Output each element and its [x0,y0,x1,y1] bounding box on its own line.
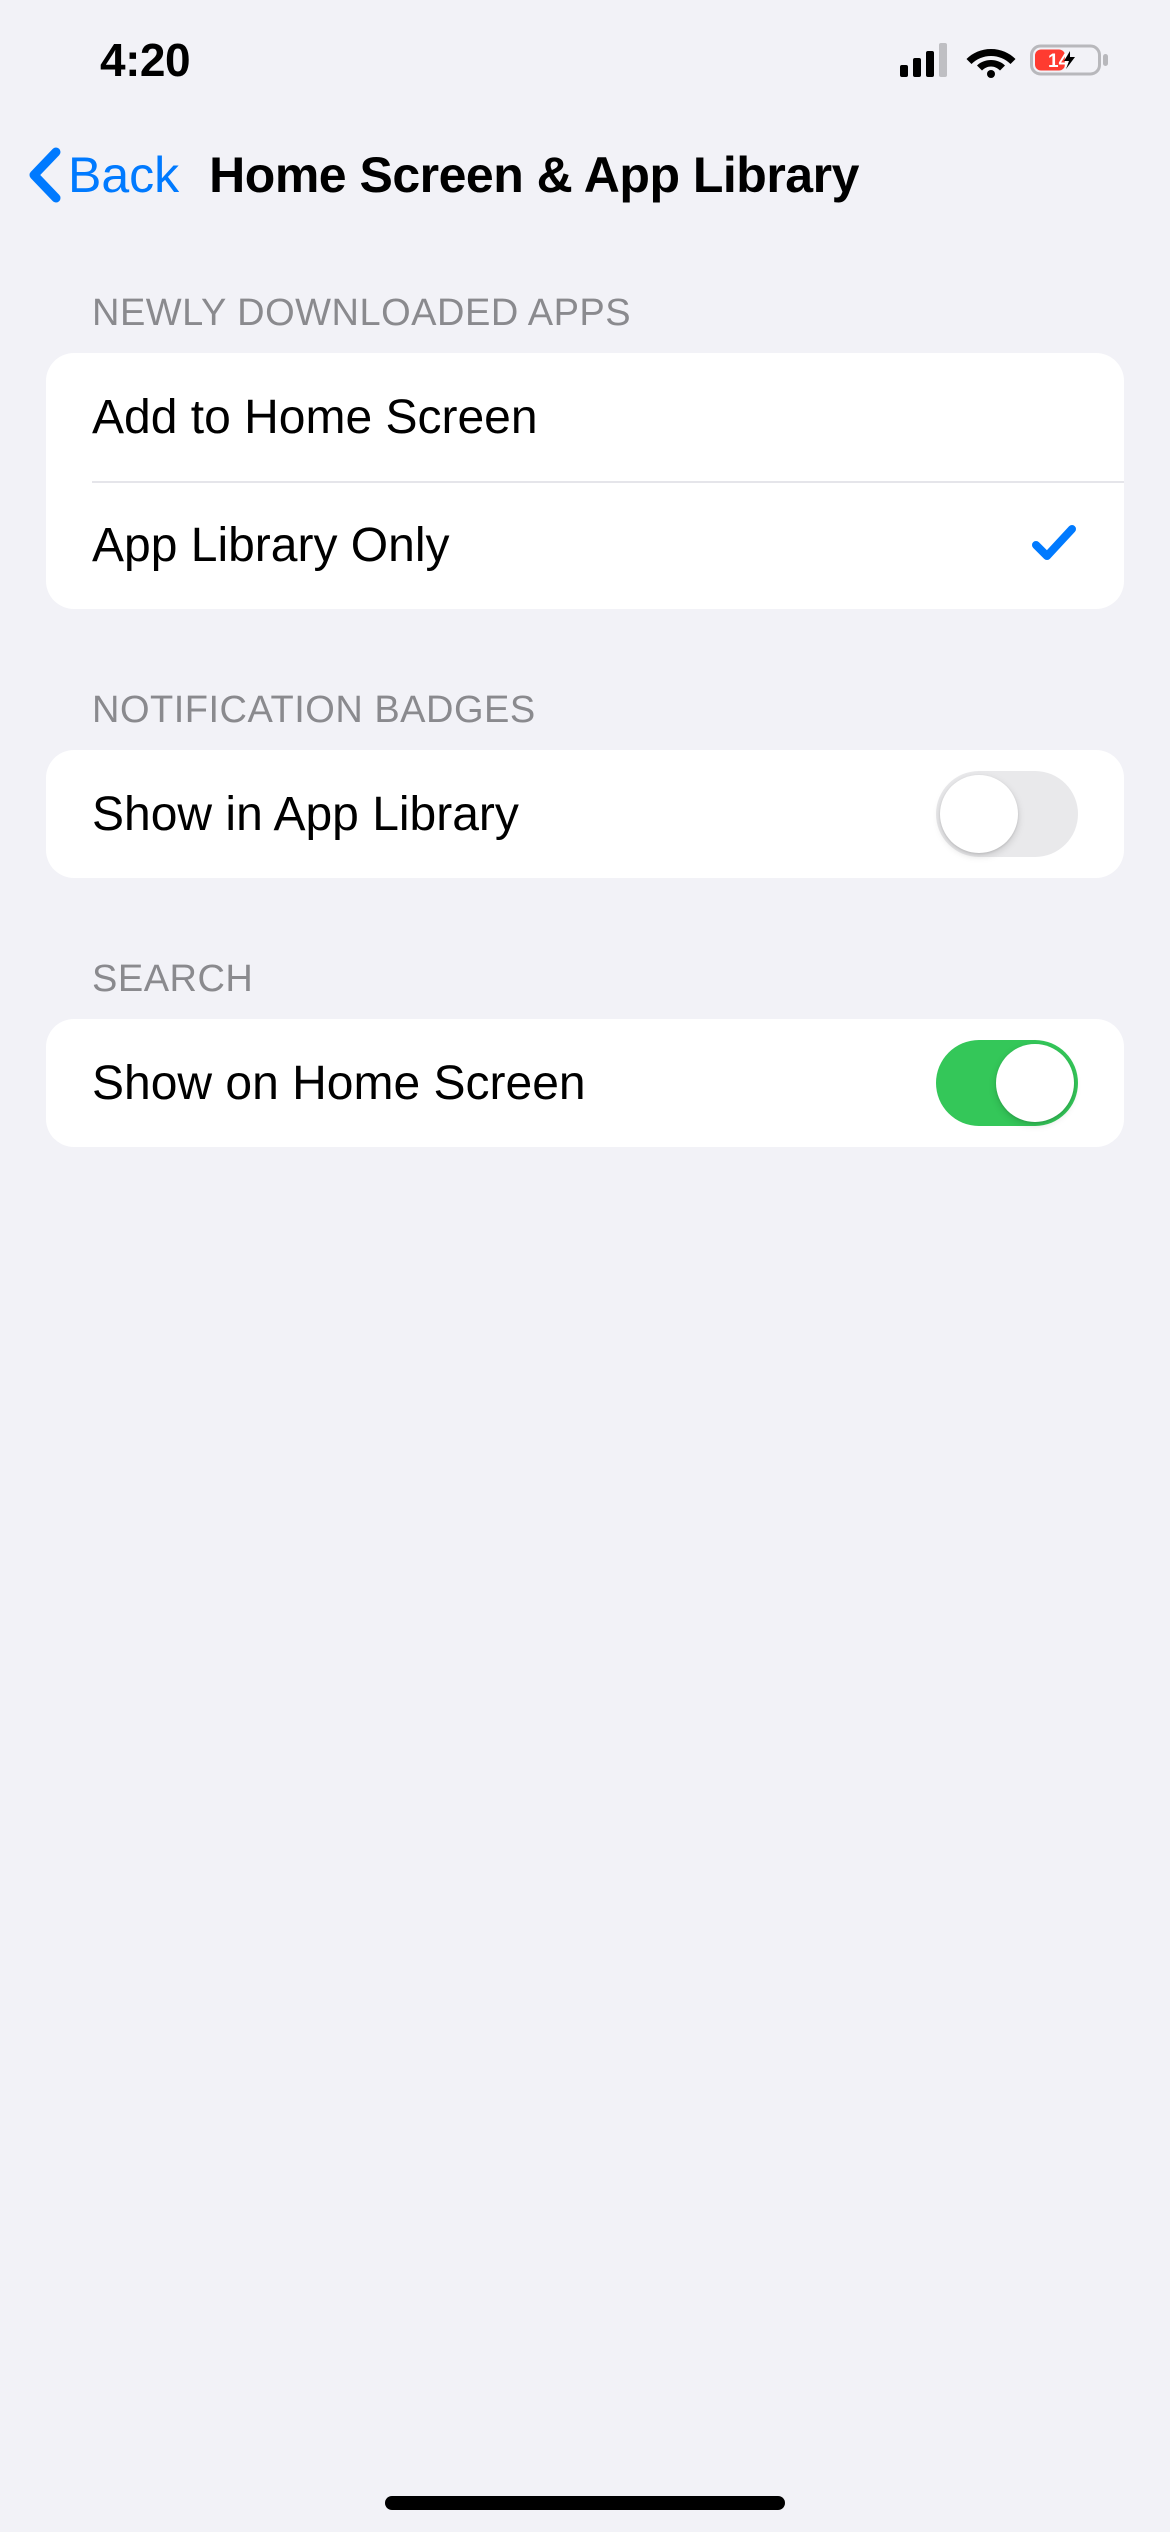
navigation-bar: Back Home Screen & App Library [0,120,1170,230]
toggle-show-in-app-library[interactable] [936,771,1078,857]
status-time: 4:20 [100,33,190,87]
wifi-icon [966,42,1016,78]
section-header-notification-badges: NOTIFICATION BADGES [46,689,1124,750]
toggle-show-on-home-screen[interactable] [936,1040,1078,1126]
battery-icon: 14 [1030,42,1110,78]
group-search: Show on Home Screen [46,1019,1124,1147]
chevron-left-icon [26,146,62,204]
group-newly-downloaded: Add to Home Screen App Library Only [46,353,1124,609]
option-label: App Library Only [92,518,450,573]
back-button[interactable]: Back [26,146,179,204]
row-show-on-home-screen[interactable]: Show on Home Screen [46,1019,1124,1147]
section-search: SEARCH Show on Home Screen [46,958,1124,1147]
settings-content: NEWLY DOWNLOADED APPS Add to Home Screen… [0,292,1170,1147]
cellular-signal-icon [900,43,952,77]
home-indicator[interactable] [385,2496,785,2510]
row-show-in-app-library[interactable]: Show in App Library [46,750,1124,878]
page-title: Home Screen & App Library [209,146,859,204]
status-bar: 4:20 14 [0,0,1170,120]
section-header-search: SEARCH [46,958,1124,1019]
row-label: Show on Home Screen [92,1056,586,1111]
option-add-to-home-screen[interactable]: Add to Home Screen [46,353,1124,481]
back-label: Back [68,146,179,204]
option-app-library-only[interactable]: App Library Only [46,481,1124,609]
option-label: Add to Home Screen [92,390,538,445]
section-notification-badges: NOTIFICATION BADGES Show in App Library [46,689,1124,878]
section-header-newly-downloaded: NEWLY DOWNLOADED APPS [46,292,1124,353]
battery-percent-text: 14 [1048,51,1070,72]
checkmark-icon [1030,521,1078,570]
toggle-knob [996,1044,1074,1122]
status-indicators: 14 [900,42,1110,78]
section-newly-downloaded-apps: NEWLY DOWNLOADED APPS Add to Home Screen… [46,292,1124,609]
toggle-knob [940,775,1018,853]
row-label: Show in App Library [92,787,519,842]
group-notification-badges: Show in App Library [46,750,1124,878]
